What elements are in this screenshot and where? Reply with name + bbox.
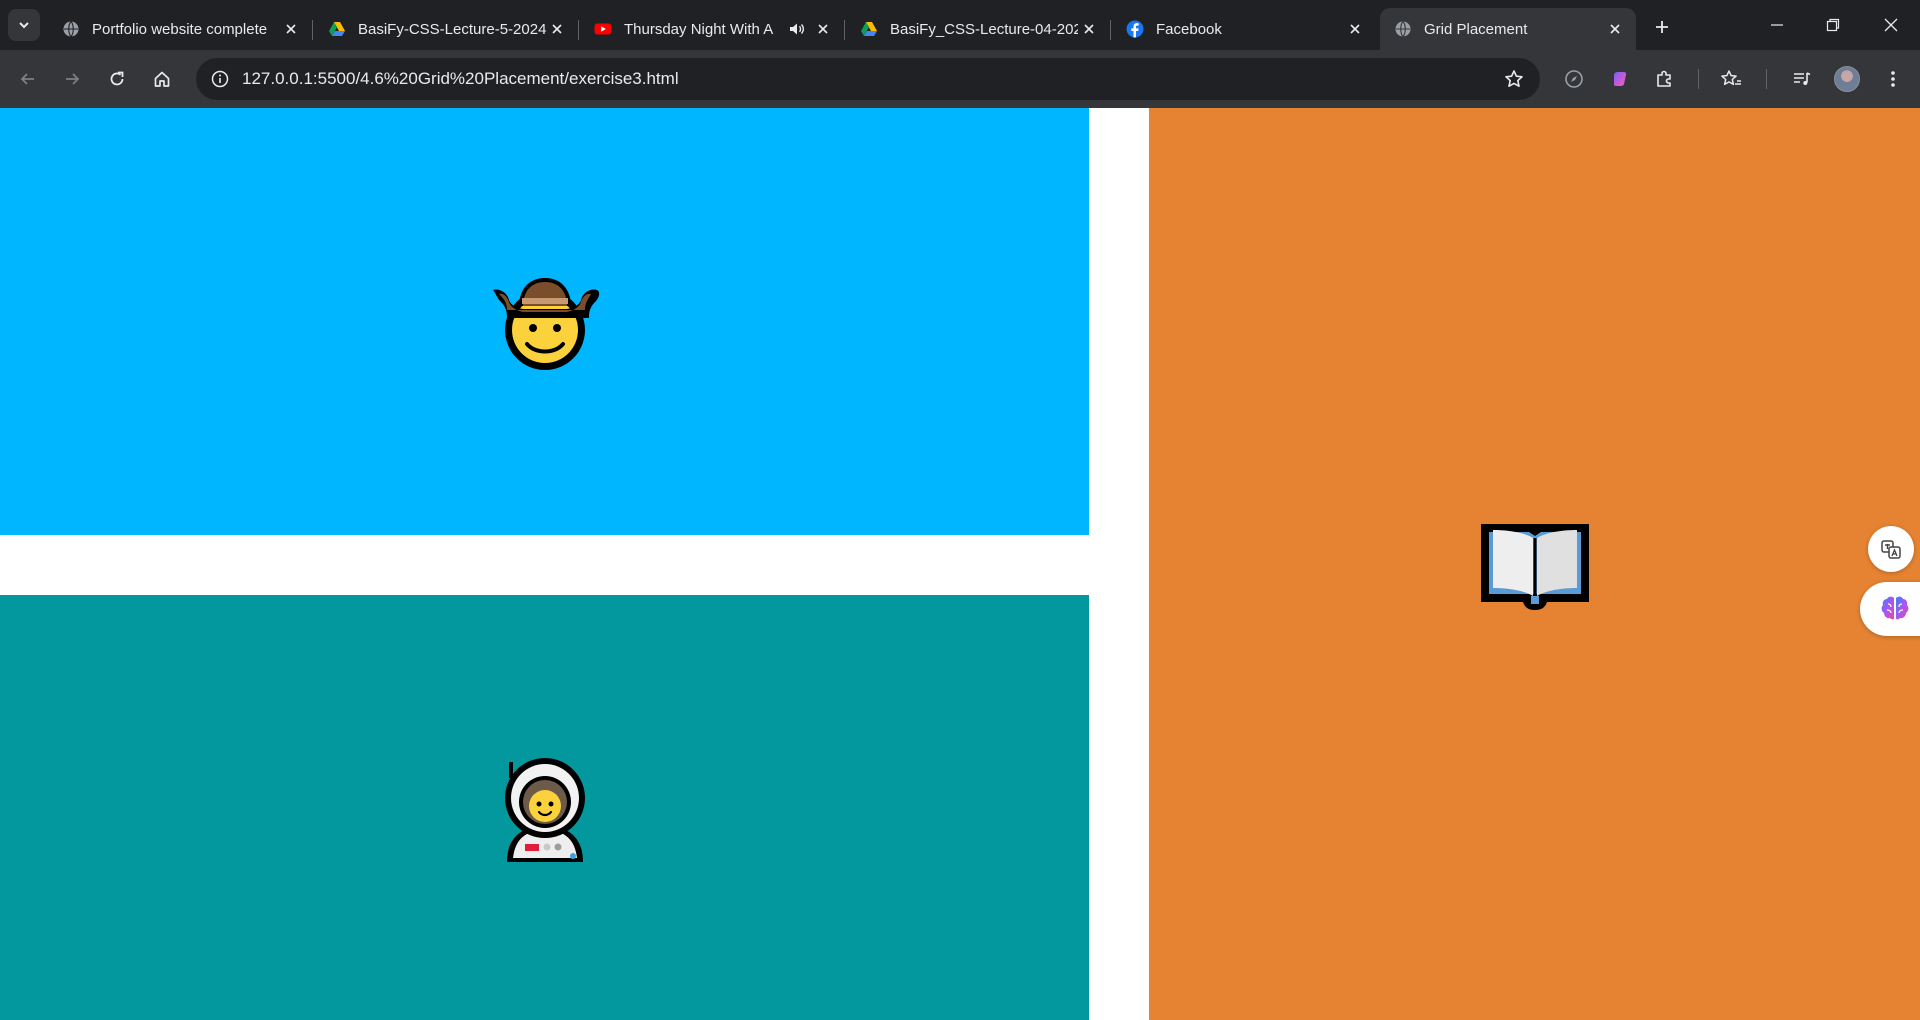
- brain-icon: [1881, 596, 1909, 620]
- tab-title: BasiFy_CSS-Lecture-04-202: [890, 20, 1078, 38]
- bookmark-star-button[interactable]: [1502, 67, 1526, 91]
- astronaut-icon: [504, 757, 585, 862]
- speaker-icon[interactable]: [788, 20, 806, 38]
- minimize-icon: [1771, 24, 1783, 26]
- tab-title: BasiFy-CSS-Lecture-5-2024: [358, 20, 546, 38]
- page-viewport: [0, 108, 1920, 1020]
- grid-item-book: [1149, 108, 1920, 1020]
- open-book-icon: [1480, 524, 1589, 610]
- tab-facebook[interactable]: Facebook: [1112, 8, 1376, 50]
- extension-compass-button[interactable]: [1558, 63, 1590, 95]
- back-button[interactable]: [12, 63, 44, 95]
- forward-button[interactable]: [56, 63, 88, 95]
- star-icon: [1505, 70, 1523, 87]
- new-tab-button[interactable]: [1648, 13, 1676, 41]
- tab-separator: [578, 20, 579, 40]
- more-vertical-icon: [1891, 71, 1895, 87]
- forward-arrow-icon: [66, 73, 80, 85]
- youtube-icon: [594, 23, 612, 35]
- tab-title: Facebook: [1156, 20, 1222, 38]
- puzzle-icon: [1657, 70, 1671, 87]
- tab-basify-lecture-04[interactable]: BasiFy_CSS-Lecture-04-202: [846, 8, 1111, 50]
- tab-separator: [1110, 20, 1111, 40]
- globe-icon: [1395, 21, 1411, 37]
- info-icon: [211, 70, 229, 88]
- restore-button[interactable]: [1808, 8, 1858, 42]
- url-text[interactable]: 127.0.0.1:5500/4.6%20Grid%20Placement/ex…: [242, 69, 679, 89]
- plus-icon: [1656, 21, 1668, 33]
- window-close-button[interactable]: [1866, 8, 1916, 42]
- home-icon: [154, 71, 170, 87]
- grid-item-cowboy: [0, 108, 1089, 535]
- extension-gradient-button[interactable]: [1604, 63, 1636, 95]
- media-queue-icon: [1794, 72, 1811, 85]
- tab-title: Portfolio website complete: [92, 20, 268, 38]
- media-controls-button[interactable]: [1786, 63, 1818, 95]
- cowboy-hat-face-icon: [492, 277, 599, 370]
- reload-button[interactable]: [101, 63, 133, 95]
- minimize-button[interactable]: [1752, 8, 1802, 42]
- tab-strip: Portfolio website complete BasiFy-CSS-Le…: [0, 0, 1920, 50]
- extensions-button[interactable]: [1649, 63, 1681, 95]
- bookmarks-button[interactable]: [1715, 63, 1747, 95]
- tab-grid-placement[interactable]: Grid Placement: [1380, 8, 1636, 50]
- close-tab-icon[interactable]: [280, 18, 302, 40]
- translate-button[interactable]: [1868, 526, 1914, 572]
- close-tab-icon[interactable]: [546, 18, 568, 40]
- toolbar-separator: [1766, 69, 1767, 89]
- browser-menu-button[interactable]: [1877, 63, 1909, 95]
- profile-avatar[interactable]: [1834, 66, 1860, 92]
- close-tab-icon[interactable]: [1604, 18, 1626, 40]
- reload-icon: [110, 71, 124, 86]
- tab-title: Thursday Night With A: [624, 20, 774, 38]
- tab-separator: [312, 20, 313, 40]
- tab-search-button[interactable]: [8, 9, 40, 41]
- translate-icon: [1881, 540, 1901, 559]
- tab-portfolio[interactable]: Portfolio website complete: [48, 8, 313, 50]
- star-list-icon: [1721, 70, 1741, 86]
- close-icon: [1884, 18, 1898, 32]
- home-button[interactable]: [146, 63, 178, 95]
- grid-item-astronaut: [0, 595, 1089, 1020]
- close-tab-icon[interactable]: [812, 18, 834, 40]
- globe-icon: [63, 21, 79, 37]
- back-arrow-icon: [20, 73, 34, 85]
- google-drive-icon: [329, 22, 345, 36]
- google-drive-icon: [861, 22, 877, 36]
- site-info-button[interactable]: [204, 63, 236, 95]
- chevron-down-icon: [19, 22, 29, 29]
- extension-gradient-icon: [1613, 72, 1627, 86]
- tab-basify-lecture-5[interactable]: BasiFy-CSS-Lecture-5-2024: [314, 8, 579, 50]
- grid-container: [0, 108, 1920, 1020]
- browser-toolbar: 127.0.0.1:5500/4.6%20Grid%20Placement/ex…: [0, 50, 1920, 108]
- close-tab-icon[interactable]: [1344, 18, 1366, 40]
- ai-assistant-button[interactable]: [1860, 582, 1920, 636]
- address-bar[interactable]: 127.0.0.1:5500/4.6%20Grid%20Placement/ex…: [196, 58, 1540, 100]
- toolbar-separator: [1698, 69, 1699, 89]
- facebook-icon: [1126, 20, 1144, 38]
- restore-icon: [1826, 18, 1840, 32]
- tab-thursday-night[interactable]: Thursday Night With A: [580, 8, 845, 50]
- tab-title: Grid Placement: [1424, 20, 1528, 38]
- tab-separator: [844, 20, 845, 40]
- close-tab-icon[interactable]: [1078, 18, 1100, 40]
- compass-icon: [1565, 70, 1583, 88]
